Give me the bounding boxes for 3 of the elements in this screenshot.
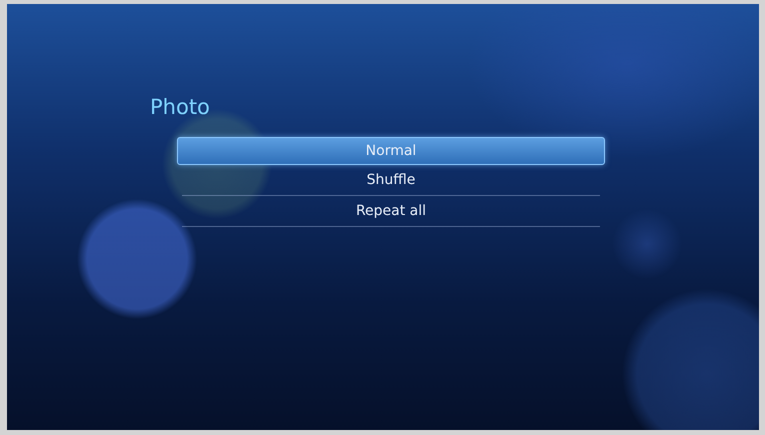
screen-title: Photo [150,94,210,121]
menu-item[interactable]: Repeat all [182,196,600,227]
menu-item[interactable]: Shuffle [182,165,600,196]
